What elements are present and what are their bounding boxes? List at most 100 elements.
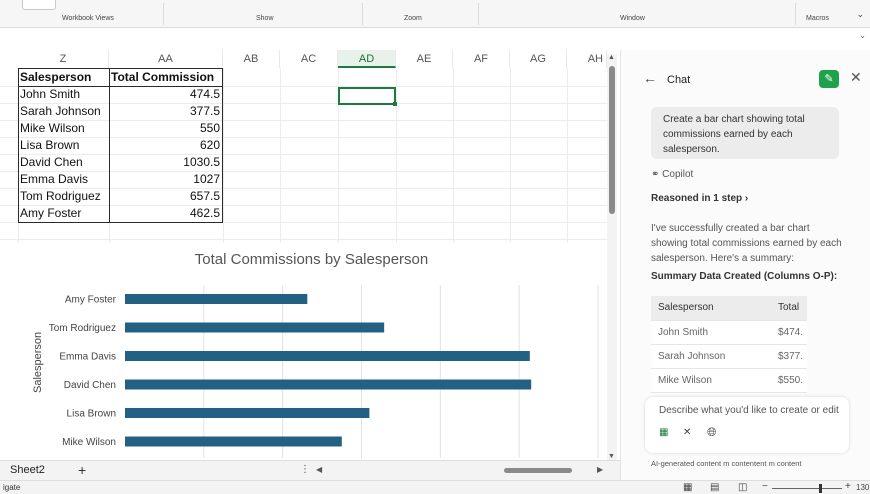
scroll-down-icon[interactable]: ▼ (608, 453, 615, 460)
chart-bar[interactable] (125, 322, 385, 333)
scroll-up-icon[interactable]: ▲ (608, 54, 615, 61)
chart-category-label: David Chen (64, 380, 116, 391)
chat-input-placeholder[interactable]: Describe what you'd like to create or ed… (659, 405, 839, 416)
table-row: Sarah Johnson $377. (651, 344, 807, 369)
ribbon-group-macros: Macros (806, 15, 829, 22)
scroll-right-icon[interactable]: ▶ (597, 465, 603, 474)
chart-bar[interactable] (125, 294, 308, 304)
column-header-af[interactable]: AF (453, 50, 510, 68)
table-cell: Mike Wilson (651, 368, 771, 393)
cell-commission[interactable]: 1027 (109, 171, 223, 188)
ribbon-button-stub[interactable] (22, 0, 56, 10)
zoom-slider-thumb[interactable] (819, 484, 822, 493)
page-layout-view-icon[interactable]: ▤ (710, 482, 719, 493)
column-header-ag[interactable]: AG (510, 50, 567, 68)
bar-chart[interactable]: Total Commissions by Salesperson Salespe… (18, 243, 605, 458)
cell-name[interactable]: David Chen (20, 154, 108, 171)
vertical-scrollbar[interactable]: ▲ ▼ (607, 54, 617, 460)
status-bar: igate ▦ ▤ ◫ − + 130 (0, 480, 870, 494)
header-total-commission[interactable]: Total Commission (111, 69, 223, 86)
ribbon-separator (795, 3, 796, 25)
cell-commission[interactable]: 377.5 (109, 103, 223, 120)
excel-context-icon[interactable]: ▦ (659, 427, 668, 438)
sheet-tab[interactable]: Sheet2 (10, 464, 45, 476)
user-message: Create a bar chart showing total commiss… (651, 107, 839, 159)
cell-name[interactable]: Amy Foster (20, 205, 108, 222)
cell-name[interactable]: Sarah Johnson (20, 103, 108, 120)
chart-bar[interactable] (125, 408, 370, 418)
excel-window: { "ribbon": { "groups": ["Workbook Views… (0, 0, 870, 494)
ribbon-separator (478, 3, 479, 25)
header-salesperson[interactable]: Salesperson (20, 69, 108, 86)
reasoning-label: Reasoned in 1 step (651, 193, 743, 204)
column-header-ad[interactable]: AD (338, 50, 396, 68)
back-arrow-icon[interactable]: ← (643, 70, 657, 86)
cell-commission[interactable]: 474.5 (109, 86, 223, 103)
zoom-out-icon[interactable]: − (762, 481, 768, 492)
cell-commission[interactable]: 1030.5 (109, 154, 223, 171)
cell-name[interactable]: John Smith (20, 86, 108, 103)
chart-category-label: Amy Foster (65, 295, 117, 306)
zoom-slider[interactable] (772, 488, 842, 489)
ai-disclaimer: AI-generated content m contentent m cont… (651, 459, 802, 468)
horizontal-scroll-thumb[interactable] (504, 468, 572, 473)
cell-name[interactable]: Mike Wilson (20, 120, 108, 137)
chart-bar[interactable] (125, 379, 532, 390)
cell-commission[interactable]: 462.5 (109, 205, 223, 222)
chart-bar[interactable] (125, 351, 530, 361)
cell-commission[interactable]: 657.5 (109, 188, 223, 205)
status-text: igate (3, 483, 21, 492)
zoom-in-icon[interactable]: + (845, 481, 851, 492)
column-header-ae[interactable]: AE (396, 50, 453, 68)
table-row: Mike Wilson $550. (651, 368, 807, 393)
cell-commission[interactable]: 620 (109, 137, 223, 154)
normal-view-icon[interactable]: ▦ (683, 482, 692, 493)
globe-icon[interactable]: 🌐︎ (707, 425, 717, 440)
zoom-level[interactable]: 130 (856, 483, 869, 492)
copilot-icon: ⚭ (651, 169, 660, 180)
cell-commission[interactable]: 550 (109, 120, 223, 137)
column-header-ac[interactable]: AC (280, 50, 338, 68)
assistant-response: I've successfully created a bar chart sh… (651, 223, 842, 264)
column-header-z[interactable]: Z (18, 50, 109, 68)
scroll-left-icon[interactable]: ◀ (316, 465, 322, 474)
ribbon-group-show: Show (256, 15, 274, 22)
ribbon-separator (163, 3, 164, 25)
close-icon[interactable]: ✕ (850, 69, 862, 86)
formula-bar-expand-icon[interactable]: ⌄ (859, 31, 866, 40)
copilot-name: Copilot (662, 169, 694, 180)
add-sheet-button[interactable]: + (78, 462, 86, 478)
remove-context-icon[interactable]: ✕ (683, 427, 691, 438)
chart-category-label: Emma Davis (59, 352, 116, 363)
chat-title: Chat (667, 74, 691, 86)
ribbon-group-window: Window (620, 15, 645, 22)
page-break-view-icon[interactable]: ◫ (738, 482, 747, 493)
table-header-row: Salesperson Total (651, 296, 807, 321)
cell-name[interactable]: Tom Rodriguez (20, 188, 108, 205)
cell-name[interactable]: Lisa Brown (20, 137, 108, 154)
chat-input-box[interactable]: Describe what you'd like to create or ed… (645, 397, 849, 453)
column-header-ah[interactable]: AH (567, 50, 607, 68)
column-header-aa[interactable]: AA (109, 50, 223, 68)
ribbon-group-zoom: Zoom (404, 15, 422, 22)
chart-plot: Amy Foster Tom Rodriguez Emma Davis David C… (49, 285, 599, 458)
vertical-scroll-thumb[interactable] (609, 66, 615, 214)
copilot-label: ⚭ Copilot (651, 169, 693, 180)
reasoning-toggle[interactable]: Reasoned in 1 step › (651, 193, 748, 204)
summary-table: Salesperson Total John Smith $474. Sarah… (651, 296, 807, 393)
table-cell: $550. (771, 368, 807, 393)
chart-bar[interactable] (125, 436, 342, 447)
active-cell[interactable] (338, 87, 397, 106)
new-chat-icon[interactable]: ✎ (819, 70, 839, 88)
cell-name[interactable]: Emma Davis (20, 171, 108, 188)
table-cell: Sarah Johnson (651, 344, 771, 369)
table-row: John Smith $474. (651, 320, 807, 345)
table-cell: John Smith (651, 320, 771, 345)
sheet-tab-bar: Sheet2 + ⋮ ◀ ▶ (0, 460, 620, 480)
tab-options-icon[interactable]: ⋮ (300, 464, 310, 475)
column-header-ab[interactable]: AB (223, 50, 280, 68)
table-cell: $377. (771, 344, 807, 369)
chevron-right-icon: › (744, 193, 749, 204)
ribbon-collapse-icon[interactable]: ⌄ (856, 9, 864, 20)
table-header: Salesperson (651, 296, 771, 321)
